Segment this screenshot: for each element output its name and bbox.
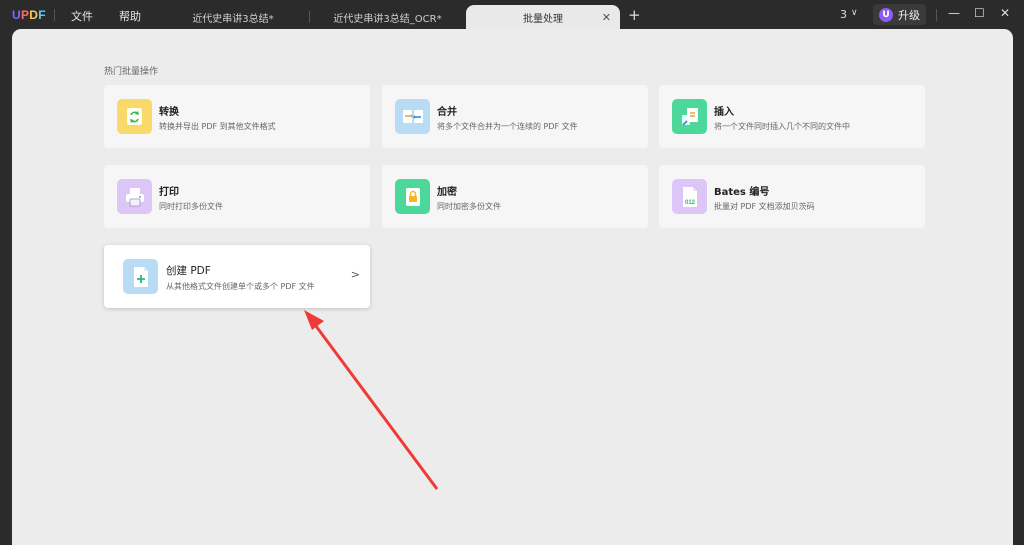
title-bar: UPDF 文件 帮助 近代史串讲3总结* 近代史串讲3总结_OCR* 批量处理 …: [0, 0, 1024, 30]
menu-divider: [54, 9, 55, 21]
close-icon[interactable]: ✕: [1000, 6, 1010, 20]
tab-close-icon[interactable]: ✕: [602, 11, 611, 24]
annotation-arrow: [304, 310, 439, 490]
tab-document-1[interactable]: 近代史串讲3总结*: [158, 5, 308, 30]
window-count[interactable]: 3: [840, 8, 847, 21]
tab-label: 批量处理: [523, 14, 563, 25]
upgrade-label: 升级: [898, 8, 920, 22]
tab-label: 近代史串讲3总结_OCR*: [333, 14, 442, 25]
menu-file[interactable]: 文件: [71, 8, 93, 24]
avatar: U: [879, 7, 893, 22]
tab-batch-processing[interactable]: 批量处理 ✕: [466, 5, 620, 30]
add-tab-icon[interactable]: +: [628, 6, 641, 24]
updf-logo: UPDF: [12, 8, 46, 22]
tab-divider: [309, 11, 310, 23]
minimize-icon[interactable]: —: [948, 6, 960, 20]
tab-document-2[interactable]: 近代史串讲3总结_OCR*: [311, 5, 464, 30]
chevron-down-icon[interactable]: ∨: [851, 8, 858, 18]
upgrade-button[interactable]: U 升级: [873, 4, 926, 25]
batch-processing-panel: 热门批量操作 转换 转换并导出 PDF 到其他文件格式 合并 将多个文件合并为一…: [12, 29, 1013, 545]
tab-label: 近代史串讲3总结*: [192, 14, 274, 25]
maximize-icon[interactable]: ☐: [974, 6, 985, 20]
window-controls-divider: [936, 9, 937, 21]
menu-help[interactable]: 帮助: [119, 8, 141, 24]
